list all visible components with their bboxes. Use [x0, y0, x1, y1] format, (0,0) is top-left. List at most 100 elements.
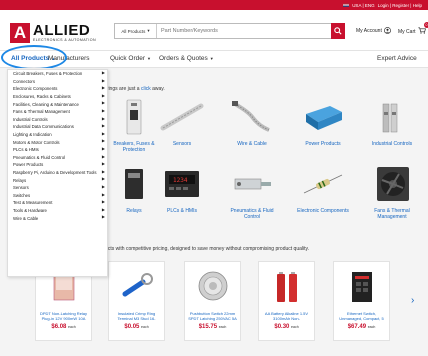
chevron-right-icon: ▶ — [101, 168, 105, 174]
account-links[interactable]: Login | Register | Help — [378, 3, 422, 8]
logo-tagline: ELECTRONICS & AUTOMATION — [33, 38, 96, 42]
search-input[interactable] — [157, 28, 344, 34]
menu-item[interactable]: Motors & Motor Controls ▶ — [8, 138, 107, 146]
product-card[interactable]: Ethernet Switch, Unmanaged, Compact, 5 P… — [333, 261, 390, 341]
chevron-right-icon: ▶ — [101, 123, 105, 129]
my-account-link[interactable]: My Account — [356, 27, 391, 34]
chevron-down-icon: ▼ — [147, 56, 152, 61]
logo-mark: A — [10, 23, 30, 43]
menu-item[interactable]: Pneumatics & Fluid Control ▶ — [8, 154, 107, 162]
ethernet-switch-product-image — [351, 272, 372, 302]
cart-count-badge: 0 — [423, 22, 428, 28]
account-label: My Account — [356, 27, 382, 34]
menu-item[interactable]: Fans & Thermal Management ▶ — [8, 108, 107, 116]
chevron-right-icon: ▶ — [101, 138, 105, 144]
chevron-down-icon: ▼ — [209, 56, 214, 61]
relay-icon — [125, 169, 143, 199]
logo-wordmark: ALLIED — [33, 22, 91, 39]
nav-orders-quotes[interactable]: Orders & Quotes ▼ — [159, 55, 214, 62]
chevron-right-icon: ▶ — [101, 107, 105, 113]
resistor-icon — [303, 174, 343, 194]
cable-icon — [232, 101, 270, 132]
utility-bar: USA | ENG Login | Register | Help — [0, 0, 428, 10]
category-wire-cable[interactable]: Wire & Cable — [222, 98, 282, 147]
product-name[interactable]: Insulated Crimp Ring Terminal M3 Stud 16… — [111, 311, 162, 321]
menu-item[interactable]: Switches ▶ — [8, 192, 107, 200]
search-category-label: All Products — [121, 28, 146, 34]
carousel-next-icon[interactable]: › — [411, 295, 414, 306]
menu-item[interactable]: Industrial Data Communications ▶ — [8, 123, 107, 131]
chevron-right-icon: ▶ — [101, 77, 105, 83]
plc-controller-icon: 1234 — [165, 171, 199, 197]
ring-terminal-product-image — [122, 273, 153, 297]
product-price: $6.08 each — [51, 324, 76, 330]
menu-item[interactable]: Wire & Cable ▶ — [8, 214, 107, 222]
menu-item[interactable]: Lighting & Indication ▶ — [8, 131, 107, 139]
menu-item[interactable]: Tools & Hardware ▶ — [8, 207, 107, 215]
menu-item[interactable]: PLCs & HMIs ▶ — [8, 146, 107, 154]
cart-icon — [417, 27, 426, 34]
chevron-down-icon: ▾ — [147, 28, 150, 33]
product-price: $0.05 each — [124, 324, 149, 330]
menu-item[interactable]: Electronic Components ▶ — [8, 85, 107, 93]
menu-item[interactable]: Sensors ▶ — [8, 184, 107, 192]
product-card[interactable]: Pushbutton Switch 22mm SPDT Latching 250… — [184, 261, 241, 341]
allied-logo[interactable]: A ALLIED ELECTRONICS & AUTOMATION — [10, 23, 96, 43]
product-name[interactable]: Pushbutton Switch 22mm SPDT Latching 250… — [187, 311, 238, 321]
product-name[interactable]: DPDT Non-Latching Relay Plug-in 12V 900m… — [38, 311, 89, 321]
menu-item[interactable]: Industrial Controls ▶ — [8, 116, 107, 124]
chevron-right-icon: ▶ — [101, 115, 105, 121]
locale-selector[interactable]: USA | ENG — [352, 3, 374, 8]
pushbutton-product-image — [198, 271, 227, 301]
product-price: $0.30 each — [274, 324, 299, 330]
search-category-select[interactable]: All Products ▾ — [115, 24, 157, 38]
chevron-right-icon: ▶ — [101, 70, 105, 75]
menu-item[interactable]: Connectors ▶ — [8, 78, 107, 86]
category-fans-thermal[interactable]: Fans & Thermal Management — [362, 165, 422, 220]
chevron-right-icon: ▶ — [101, 130, 105, 136]
product-price: $67.49 each — [347, 324, 376, 330]
menu-item[interactable]: Test & Measurement ▶ — [8, 199, 107, 207]
menu-item[interactable]: Enclosures, Racks & Cabinets ▶ — [8, 93, 107, 101]
category-industrial-controls[interactable]: Industrial Controls — [362, 98, 422, 147]
my-cart-link[interactable]: My Cart 0 — [398, 22, 428, 36]
nav-quick-order[interactable]: Quick Order ▼ — [110, 55, 151, 62]
circuit-breaker-icon — [126, 99, 142, 135]
nav-expert-advice[interactable]: Expert Advice — [377, 55, 417, 62]
product-card[interactable]: AA Battery Alkaline 1.5V 3100mAh Non-Rec… — [258, 261, 315, 341]
chevron-right-icon: ▶ — [101, 85, 105, 91]
click-link[interactable]: click — [141, 86, 151, 92]
promo-text: lucts with competitive pricing, designed… — [104, 246, 310, 252]
menu-item[interactable]: Raspberry Pi, Arduino & Development Tool… — [8, 169, 107, 177]
power-supply-icon — [306, 106, 342, 130]
product-card[interactable]: Insulated Crimp Ring Terminal M3 Stud 16… — [108, 261, 165, 341]
chevron-right-icon: ▶ — [101, 183, 105, 189]
svg-text:1234: 1234 — [173, 177, 188, 184]
category-power-products[interactable]: Power Products — [293, 98, 353, 147]
intro-text: erings are just a click away. — [104, 86, 165, 92]
user-icon — [383, 27, 391, 34]
sensor-icon — [160, 103, 204, 131]
all-products-menu: Circuit Breakers, Fuses & Protection ▶ Co… — [7, 69, 108, 277]
search-icon — [334, 27, 342, 35]
pneumatic-cylinder-icon — [234, 178, 271, 190]
terminal-block-icon — [382, 103, 398, 133]
category-plcs-hmis[interactable]: 1234 PLCs & HMIs — [152, 165, 212, 214]
chevron-right-icon: ▶ — [101, 214, 105, 220]
chevron-right-icon: ▶ — [101, 153, 105, 159]
chevron-right-icon: ▶ — [101, 92, 105, 98]
product-name[interactable]: Ethernet Switch, Unmanaged, Compact, 5 P… — [336, 311, 387, 321]
chevron-right-icon: ▶ — [101, 176, 105, 182]
menu-item[interactable]: Power Products ▶ — [8, 161, 107, 169]
category-electronic-components[interactable]: Electronic Components — [293, 165, 353, 214]
menu-item[interactable]: Relays ▶ — [8, 176, 107, 184]
chevron-right-icon: ▶ — [101, 191, 105, 197]
search-bar: All Products ▾ — [114, 23, 345, 39]
menu-item[interactable]: Facilities, Cleaning & Maintenance ▶ — [8, 100, 107, 108]
menu-item[interactable]: Circuit Breakers, Fuses & Protection ▶ — [8, 70, 107, 78]
product-name[interactable]: AA Battery Alkaline 1.5V 3100mAh Non-Rec… — [261, 311, 312, 321]
search-button[interactable] — [331, 23, 345, 39]
category-pneumatics[interactable]: Pneumatics & Fluid Control — [222, 165, 282, 220]
product-price: $15.75 each — [198, 324, 227, 330]
category-sensors[interactable]: Sensors — [152, 98, 212, 147]
